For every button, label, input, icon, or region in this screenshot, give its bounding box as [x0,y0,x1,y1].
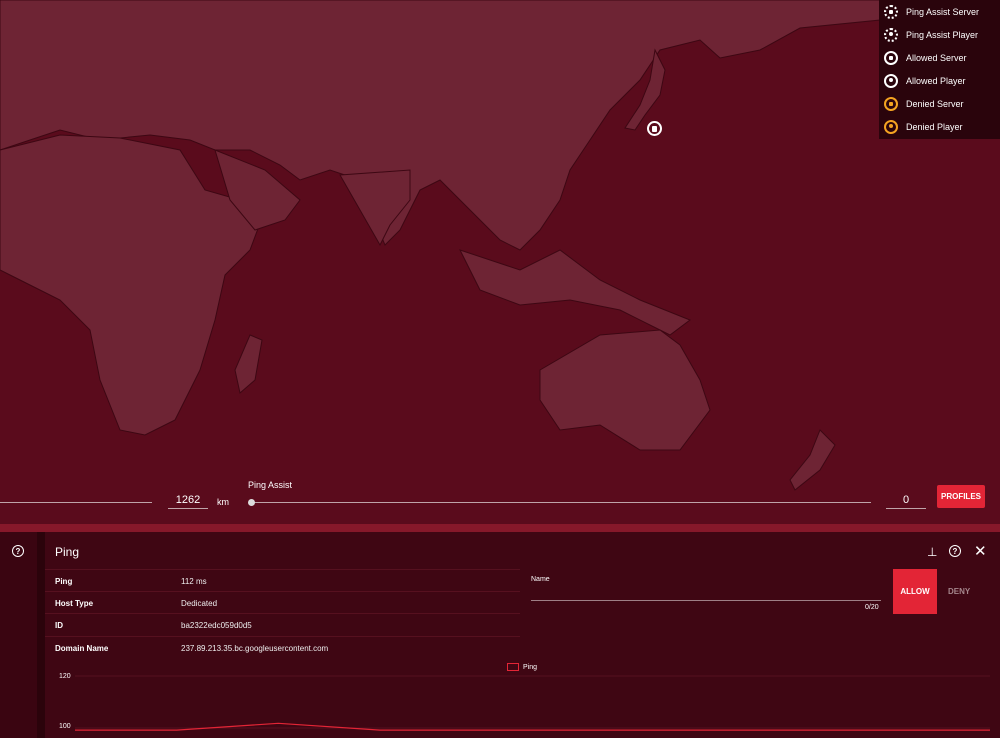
info-row-ping: Ping 112 ms [45,569,520,592]
name-input[interactable] [531,600,881,601]
legend-label: Ping Assist Player [906,29,979,40]
info-key: Ping [55,577,73,586]
distance-slider-track[interactable] [0,502,152,503]
help-icon[interactable]: ? [12,545,24,557]
profiles-button[interactable]: PROFILES [937,485,985,508]
allow-button[interactable]: ALLOW [893,569,937,614]
denied-player-icon [884,119,898,134]
panel-gap [37,532,45,738]
info-key: Host Type [55,599,94,608]
legend-label: Denied Server [906,98,964,109]
pin-icon[interactable]: ⊥ [927,545,937,559]
legend-item-ping-assist-server: Ping Assist Server [879,0,1000,23]
legend-item-denied-player: Denied Player [879,115,1000,138]
info-row-host-type: Host Type Dedicated [45,591,520,614]
info-value: 237.89.213.35.bc.googleusercontent.com [181,644,329,653]
ping-chart [75,675,990,731]
ping-assist-input[interactable]: 0 [886,494,926,509]
map-legend: Ping Assist Server Ping Assist Player Al… [879,0,1000,139]
info-value: Dedicated [181,599,218,608]
map-land [0,0,881,491]
name-char-counter: 0/20 [865,604,879,611]
ping-series-line [75,722,990,731]
info-value: ba2322edc059d0d5 [181,621,252,630]
ping-assist-player-icon [884,27,898,42]
chart-legend-label: Ping [523,663,538,671]
help-icon[interactable]: ? [949,545,961,557]
info-row-id: ID ba2322edc059d0d5 [45,613,520,636]
ping-assist-slider-thumb[interactable] [248,499,255,506]
info-key: Domain Name [55,644,109,653]
info-row-domain-name: Domain Name 237.89.213.35.bc.googleuserc… [45,636,520,659]
allowed-server-icon [884,50,898,65]
distance-unit: km [217,497,229,507]
legend-label: Denied Player [906,121,963,132]
legend-item-allowed-player: Allowed Player [879,69,1000,92]
legend-label: Allowed Server [906,52,967,63]
y-tick-label: 100 [59,723,71,730]
ping-assist-label: Ping Assist [248,480,293,490]
map-controls: 1262 km Ping Assist 0 PROFILES [0,478,1000,524]
deny-button[interactable]: DENY [948,587,970,596]
chart-legend-swatch [507,663,519,671]
close-icon[interactable]: ✕ [974,542,987,560]
panel-divider [0,524,1000,532]
ping-assist-slider-track[interactable] [252,502,871,503]
name-field-label: Name [531,576,550,583]
legend-item-denied-server: Denied Server [879,92,1000,115]
y-tick-label: 120 [59,673,71,680]
allowed-player-icon [884,73,898,88]
chart-legend: Ping [507,663,537,671]
denied-server-icon [884,96,898,111]
legend-item-allowed-server: Allowed Server [879,46,1000,69]
panel-title: Ping [55,545,80,559]
legend-label: Allowed Player [906,75,966,86]
distance-input[interactable]: 1262 [168,494,208,509]
left-panel: ? [0,532,37,738]
world-map[interactable]: Ping Assist Server Ping Assist Player Al… [0,0,1000,524]
info-value: 112 ms [181,577,207,586]
ping-panel: Ping ⊥ ? ✕ Ping 112 ms Host Type Dedicat… [45,532,1000,738]
legend-label: Ping Assist Server [906,6,980,17]
ping-assist-server-icon [884,4,898,19]
legend-item-ping-assist-player: Ping Assist Player [879,23,1000,46]
info-key: ID [55,621,63,630]
allowed-server-marker-icon[interactable] [647,121,662,136]
